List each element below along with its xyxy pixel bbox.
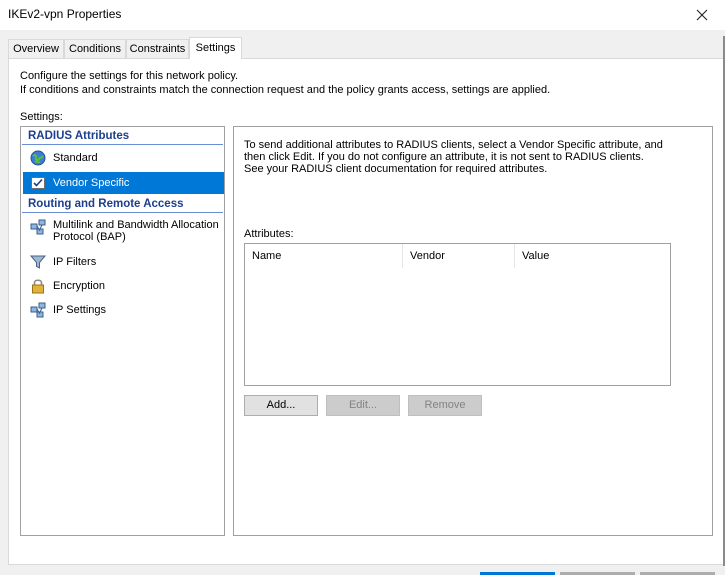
tree-item-ip-settings[interactable]: IP Settings <box>23 299 224 321</box>
tab-settings[interactable]: Settings <box>189 37 242 59</box>
tree-item-ip-filters[interactable]: IP Filters <box>23 251 224 273</box>
tab-conditions[interactable]: Conditions <box>64 39 126 58</box>
tree-item-label: IP Filters <box>53 256 97 268</box>
attributes-list[interactable]: Name Vendor Value <box>244 243 671 386</box>
title-bar: IKEv2-vpn Properties <box>0 0 725 30</box>
tab-label: Settings <box>195 42 236 54</box>
intro-line-2: If conditions and constraints match the … <box>20 84 551 96</box>
intro-line-1: Configure the settings for this network … <box>20 70 239 82</box>
tree-item-vendor-specific[interactable]: Vendor Specific <box>23 172 224 194</box>
intro-text: Configure the settings for this network … <box>20 69 550 97</box>
tab-label: Overview <box>13 43 59 55</box>
settings-label: Settings: <box>20 111 63 123</box>
settings-tree: RADIUS Attributes Standard Vendor Specif… <box>20 126 225 536</box>
tab-overview[interactable]: Overview <box>8 39 64 58</box>
settings-panel: Configure the settings for this network … <box>8 58 725 565</box>
tree-item-label: Multilink and Bandwidth Allocation Proto… <box>53 219 219 243</box>
window-title: IKEv2-vpn Properties <box>8 7 122 21</box>
edit-button[interactable]: Edit... <box>326 395 400 416</box>
tab-constraints[interactable]: Constraints <box>126 39 189 58</box>
column-header-value[interactable]: Value <box>515 244 670 268</box>
tree-item-label: Encryption <box>53 280 105 292</box>
tree-item-label: Standard <box>53 152 98 164</box>
tree-item-label: IP Settings <box>53 304 106 316</box>
column-header-name[interactable]: Name <box>245 244 403 268</box>
tab-label: Constraints <box>129 43 186 55</box>
close-icon <box>696 9 708 21</box>
detail-pane: To send additional attributes to RADIUS … <box>233 126 713 536</box>
tree-item-label: Vendor Specific <box>53 177 130 189</box>
attributes-label: Attributes: <box>244 228 294 240</box>
radius-attributes-header: RADIUS Attributes <box>22 129 223 145</box>
checkbox-document-icon <box>30 175 46 191</box>
column-header-vendor[interactable]: Vendor <box>403 244 515 268</box>
vendor-specific-description: To send additional attributes to RADIUS … <box>244 139 663 175</box>
close-button[interactable] <box>679 0 725 30</box>
routing-remote-access-header: Routing and Remote Access <box>22 197 223 213</box>
add-button[interactable]: Add... <box>244 395 318 416</box>
network-icon <box>30 219 46 235</box>
network-icon <box>30 302 46 318</box>
tab-label: Conditions <box>69 43 121 55</box>
lock-icon <box>30 278 46 294</box>
funnel-icon <box>29 254 47 270</box>
globe-icon <box>30 150 46 166</box>
tree-item-multilink-bap[interactable]: Multilink and Bandwidth Allocation Proto… <box>23 217 224 249</box>
tree-item-standard[interactable]: Standard <box>23 147 224 169</box>
tree-item-encryption[interactable]: Encryption <box>23 275 224 297</box>
remove-button[interactable]: Remove <box>408 395 482 416</box>
